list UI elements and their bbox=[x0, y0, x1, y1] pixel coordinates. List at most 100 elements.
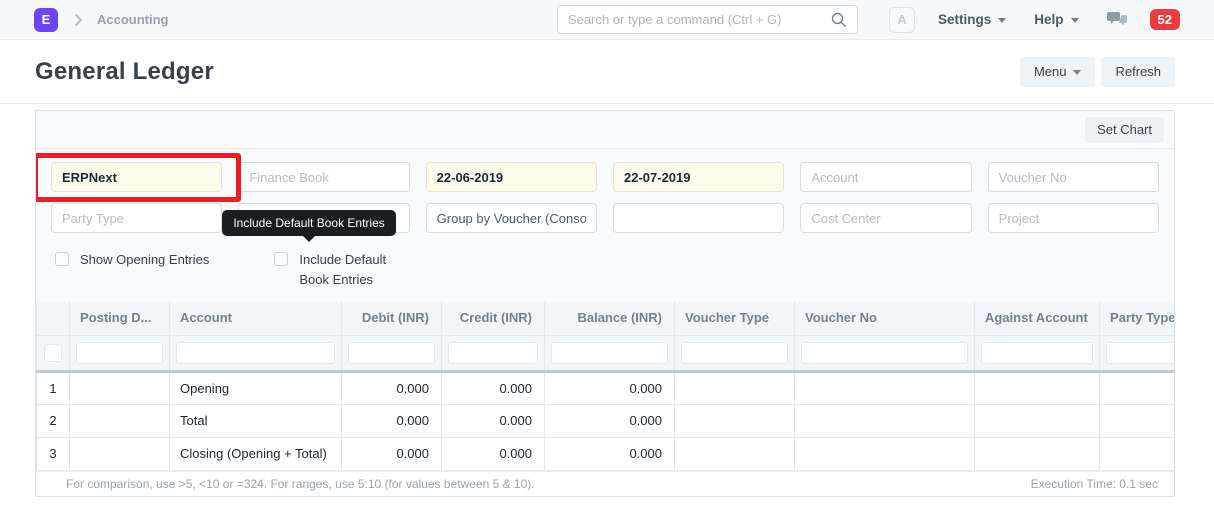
credit-cell: 0.000 bbox=[442, 371, 545, 404]
cost-center-filter[interactable] bbox=[800, 203, 971, 233]
against-account-cell bbox=[975, 404, 1100, 437]
col-debit[interactable]: Debit (INR) bbox=[342, 301, 442, 335]
chevron-down-icon bbox=[1073, 70, 1081, 75]
settings-menu[interactable]: Settings bbox=[938, 12, 1006, 27]
voucher-no-cell bbox=[795, 437, 975, 470]
col-voucher-no[interactable]: Voucher No bbox=[795, 301, 975, 335]
party-type-column-filter[interactable] bbox=[1106, 342, 1174, 364]
table-row[interactable]: 1 Opening 0.000 0.000 0.000 bbox=[37, 371, 1175, 404]
balance-cell: 0.000 bbox=[545, 371, 675, 404]
credit-cell: 0.000 bbox=[442, 437, 545, 470]
col-party-type[interactable]: Party Type bbox=[1100, 301, 1175, 335]
breadcrumb-accounting[interactable]: Accounting bbox=[97, 12, 169, 27]
avatar[interactable]: A bbox=[889, 7, 915, 33]
show-opening-entries-checkbox[interactable]: Show Opening Entries bbox=[55, 250, 209, 290]
refresh-button[interactable]: Refresh bbox=[1101, 57, 1175, 87]
empty-filter[interactable] bbox=[613, 203, 784, 233]
col-balance[interactable]: Balance (INR) bbox=[545, 301, 675, 335]
group-by-filter[interactable] bbox=[426, 203, 597, 233]
account-cell: Closing (Opening + Total) bbox=[170, 437, 342, 470]
debit-cell: 0.000 bbox=[342, 404, 442, 437]
col-account[interactable]: Account bbox=[170, 301, 342, 335]
checkbox-label: Show Opening Entries bbox=[80, 250, 209, 270]
finance-book-filter[interactable] bbox=[238, 162, 409, 192]
app-logo[interactable]: E bbox=[34, 8, 58, 32]
to-date-filter[interactable] bbox=[613, 162, 784, 192]
row-select-box[interactable] bbox=[44, 344, 62, 362]
company-filter-cell bbox=[51, 162, 222, 192]
filter-cell bbox=[1100, 335, 1175, 371]
party-type-cell bbox=[1100, 437, 1175, 470]
from-date-filter[interactable] bbox=[426, 162, 597, 192]
filter-cell bbox=[545, 335, 675, 371]
search-input[interactable] bbox=[568, 12, 831, 27]
col-against-account[interactable]: Against Account bbox=[975, 301, 1100, 335]
voucher-no-cell bbox=[795, 404, 975, 437]
checkbox-row: Show Opening Entries Include Default Boo… bbox=[51, 250, 1159, 290]
party-type-cell bbox=[1100, 371, 1175, 404]
chevron-down-icon bbox=[998, 18, 1006, 23]
to-date-filter-cell bbox=[613, 162, 784, 192]
report-table: Posting D... Account Debit (INR) Credit … bbox=[36, 301, 1174, 471]
header-row: Posting D... Account Debit (INR) Credit … bbox=[37, 301, 1175, 335]
filter-area: Include Default Book Entries Show Openin… bbox=[36, 149, 1174, 301]
from-date-filter-cell bbox=[426, 162, 597, 192]
comparison-hint: For comparison, use >5, <10 or =324. For… bbox=[66, 477, 535, 491]
col-posting-date[interactable]: Posting D... bbox=[70, 301, 170, 335]
checkbox-label: Include Default Book Entries bbox=[299, 250, 411, 290]
balance-column-filter[interactable] bbox=[551, 342, 668, 364]
filter-cell bbox=[975, 335, 1100, 371]
credit-cell: 0.000 bbox=[442, 404, 545, 437]
col-rownum bbox=[37, 301, 70, 335]
chevron-down-icon bbox=[1071, 18, 1079, 23]
account-column-filter[interactable] bbox=[176, 342, 335, 364]
table-row[interactable]: 2 Total 0.000 0.000 0.000 bbox=[37, 404, 1175, 437]
voucher-type-column-filter[interactable] bbox=[681, 342, 788, 364]
help-menu[interactable]: Help bbox=[1034, 12, 1078, 27]
party-type-filter[interactable] bbox=[51, 203, 222, 233]
filter-cell bbox=[37, 335, 70, 371]
filter-cell bbox=[795, 335, 975, 371]
table-row[interactable]: 3 Closing (Opening + Total) 0.000 0.000 … bbox=[37, 437, 1175, 470]
against-account-cell bbox=[975, 437, 1100, 470]
posting-date-column-filter[interactable] bbox=[76, 342, 163, 364]
checkbox-icon[interactable] bbox=[274, 252, 288, 266]
voucher-no-filter[interactable] bbox=[988, 162, 1159, 192]
against-account-cell bbox=[975, 371, 1100, 404]
page-head: General Ledger Menu Refresh bbox=[0, 40, 1214, 104]
notification-badge[interactable]: 52 bbox=[1150, 9, 1180, 30]
col-credit[interactable]: Credit (INR) bbox=[442, 301, 545, 335]
include-default-book-entries-checkbox[interactable]: Include Default Book Entries bbox=[274, 250, 411, 290]
menu-button[interactable]: Menu bbox=[1020, 57, 1096, 87]
party-filter-cell: Include Default Book Entries bbox=[238, 203, 409, 233]
row-number: 3 bbox=[37, 437, 70, 470]
top-navbar: E Accounting A Settings Help 52 bbox=[0, 0, 1214, 40]
balance-cell: 0.000 bbox=[545, 437, 675, 470]
page-title: General Ledger bbox=[35, 58, 214, 86]
company-filter[interactable] bbox=[51, 162, 222, 192]
row-number: 1 bbox=[37, 371, 70, 404]
row-number: 2 bbox=[37, 404, 70, 437]
posting-date-cell bbox=[70, 371, 170, 404]
search-icon bbox=[831, 12, 847, 28]
voucher-no-column-filter[interactable] bbox=[801, 342, 968, 364]
cost-center-filter-cell bbox=[800, 203, 971, 233]
party-type-cell bbox=[1100, 404, 1175, 437]
against-account-column-filter[interactable] bbox=[981, 342, 1093, 364]
debit-column-filter[interactable] bbox=[348, 342, 435, 364]
column-filter-row bbox=[37, 335, 1175, 371]
col-voucher-type[interactable]: Voucher Type bbox=[675, 301, 795, 335]
account-filter[interactable] bbox=[800, 162, 971, 192]
help-label: Help bbox=[1034, 12, 1063, 27]
credit-column-filter[interactable] bbox=[448, 342, 538, 364]
global-search[interactable] bbox=[557, 5, 858, 34]
menu-button-label: Menu bbox=[1034, 64, 1067, 79]
filter-cell bbox=[442, 335, 545, 371]
checkbox-icon[interactable] bbox=[55, 252, 69, 266]
debit-cell: 0.000 bbox=[342, 437, 442, 470]
project-filter[interactable] bbox=[988, 203, 1159, 233]
set-chart-button[interactable]: Set Chart bbox=[1085, 117, 1164, 143]
chat-icon[interactable] bbox=[1106, 11, 1128, 28]
voucher-no-cell bbox=[795, 371, 975, 404]
voucher-no-filter-cell bbox=[988, 162, 1159, 192]
